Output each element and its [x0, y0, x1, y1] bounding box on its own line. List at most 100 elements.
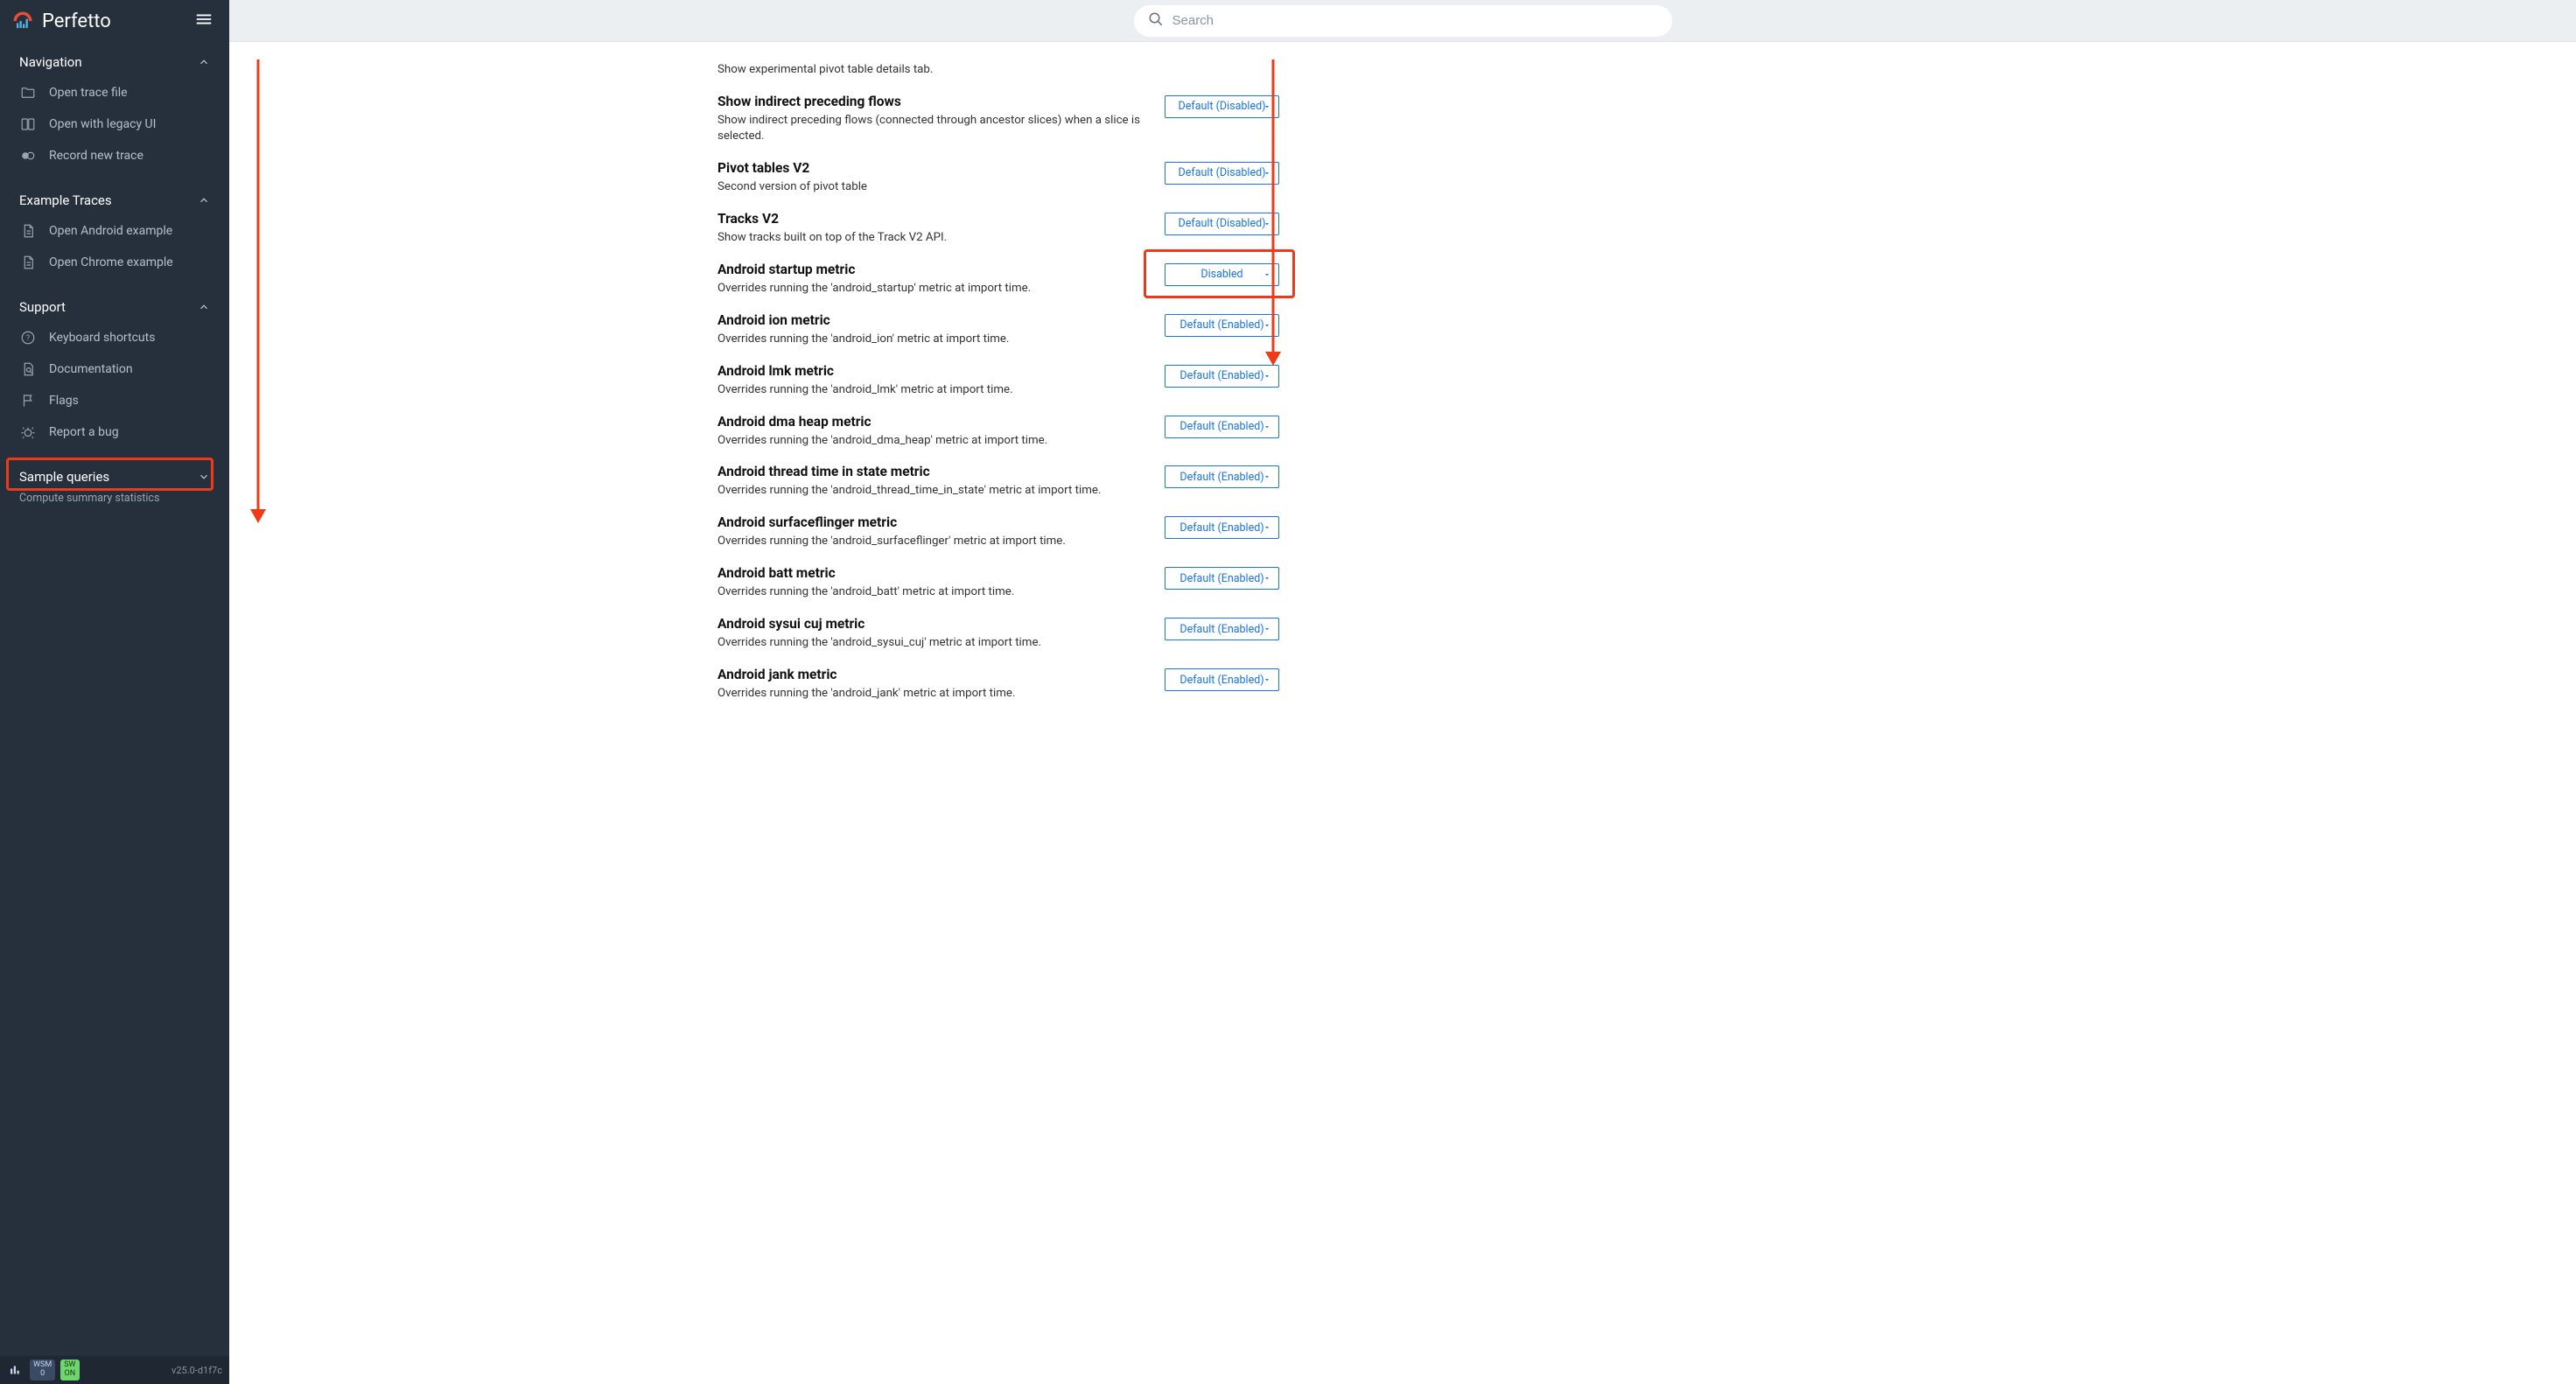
flag-select[interactable]: Disabled	[1165, 263, 1279, 286]
flag-description: Show indirect preceding flows (connected…	[718, 113, 1151, 144]
flag-select-value: Default (Enabled)	[1180, 572, 1264, 585]
flag-description: Show tracks built on top of the Track V2…	[718, 230, 1151, 246]
flag-select-value: Default (Enabled)	[1180, 369, 1264, 382]
flag-select[interactable]: Default (Enabled)	[1165, 416, 1279, 438]
flag-description: Show experimental pivot table details ta…	[718, 62, 1265, 78]
menu-toggle-button[interactable]	[189, 4, 219, 38]
nav-item-label: Keyboard shortcuts	[49, 331, 155, 345]
help-icon: ?	[19, 329, 37, 346]
flag-description: Overrides running the 'android_startup' …	[718, 281, 1151, 297]
flag-row: Android batt metric Overrides running the…	[718, 557, 1279, 608]
brand-title: Perfetto	[42, 10, 182, 32]
nav-item-label: Documentation	[49, 362, 133, 376]
nav-item-label: Open with legacy UI	[49, 117, 156, 131]
bug-icon	[19, 423, 37, 441]
flag-row: Android surfaceflinger metricOverrides r…	[718, 507, 1279, 557]
svg-text:?: ?	[26, 334, 30, 343]
nav-item-label: Open Android example	[49, 224, 172, 238]
flag-row: Android sysui cuj metricOverrides runnin…	[718, 608, 1279, 659]
flags-list: Show experimental pivot table details ta…	[718, 54, 1279, 709]
nav-item-label: Open Chrome example	[49, 255, 173, 269]
section-header-sample-queries[interactable]: Sample queries	[0, 457, 229, 492]
flag-description: Second version of pivot table	[718, 179, 1151, 195]
section-header-example-traces[interactable]: Example Traces	[0, 180, 229, 215]
flag-title: Android batt metric	[718, 565, 1151, 581]
flag-description: Overrides running the 'android_surfacefl…	[718, 534, 1151, 549]
chart-icon[interactable]	[7, 1361, 24, 1379]
section-header-navigation[interactable]: Navigation	[0, 42, 229, 77]
annotation-arrow-left	[250, 59, 266, 523]
perfetto-logo-icon	[10, 9, 35, 33]
sidebar-footer: WSM 0 SW ON v25.0-d1f7c	[0, 1356, 229, 1384]
wsm-badge[interactable]: WSM 0	[30, 1360, 55, 1381]
search-icon	[1148, 11, 1164, 31]
flag-icon	[19, 392, 37, 409]
flag-select[interactable]: Default (Enabled)	[1165, 618, 1279, 640]
sidebar: Perfetto Navigation Open trace file Open w…	[0, 0, 229, 1384]
nav-keyboard[interactable]: ? Keyboard shortcuts	[0, 322, 229, 353]
flag-select-value: Default (Enabled)	[1180, 623, 1264, 636]
flag-row: Android jank metricOverrides running the…	[718, 659, 1279, 709]
section-header-support[interactable]: Support	[0, 287, 229, 322]
flag-select[interactable]: Default (Enabled)	[1165, 567, 1279, 590]
nav-example-chrome[interactable]: Open Chrome example	[0, 247, 229, 278]
main: Show experimental pivot table details ta…	[229, 0, 2576, 1384]
nav-item-label: Record new trace	[49, 149, 144, 163]
flag-description: Overrides running the 'android_ion' metr…	[718, 332, 1151, 347]
flag-select[interactable]: Default (Enabled)	[1165, 668, 1279, 691]
flag-title: Android thread time in state metric	[718, 464, 1151, 479]
flag-title: Android lmk metric	[718, 363, 1151, 379]
search-box[interactable]	[1134, 5, 1672, 37]
flag-title: Android ion metric	[718, 312, 1151, 328]
nav-item-label: Open trace file	[49, 86, 128, 100]
flag-select-value: Default (Enabled)	[1180, 521, 1264, 535]
flag-row: Android ion metric Overrides running the …	[718, 304, 1279, 355]
search-input[interactable]	[1172, 13, 1658, 28]
flag-description: Overrides running the 'android_lmk' metr…	[718, 382, 1151, 398]
sw-badge[interactable]: SW ON	[60, 1360, 79, 1381]
split-icon	[19, 115, 37, 133]
flag-select[interactable]: Default (Enabled)	[1165, 465, 1279, 488]
flag-title: Pivot tables V2	[718, 160, 1151, 176]
flag-select[interactable]: Default (Disabled)	[1165, 213, 1279, 235]
flag-select-value: Default (Disabled)	[1179, 166, 1266, 179]
flag-row: Android dma heap metric Overrides running…	[718, 406, 1279, 457]
flag-row: Show experimental pivot table details ta…	[718, 54, 1279, 86]
nav-item-label: Report a bug	[49, 425, 119, 439]
flag-description: Overrides running the 'android_dma_heap'…	[718, 433, 1151, 449]
nav-open-trace[interactable]: Open trace file	[0, 77, 229, 108]
nav-record[interactable]: Record new trace	[0, 140, 229, 171]
nav-open-legacy[interactable]: Open with legacy UI	[0, 108, 229, 140]
flag-row: Android startup metricOverrides running …	[718, 254, 1279, 304]
sidebar-header: Perfetto	[0, 0, 229, 42]
flag-select-value: Default (Disabled)	[1179, 217, 1266, 230]
flag-select[interactable]: Default (Enabled)	[1165, 365, 1279, 388]
section-subtitle: Compute summary statistics	[0, 492, 229, 510]
flag-description: Overrides running the 'android_batt' met…	[718, 584, 1151, 600]
nav-bug[interactable]: Report a bug	[0, 416, 229, 448]
flag-select-value: Default (Disabled)	[1179, 100, 1266, 113]
flag-select-value: Default (Enabled)	[1180, 420, 1264, 433]
flag-description: Overrides running the 'android_jank' met…	[718, 686, 1151, 702]
flag-select[interactable]: Default (Disabled)	[1165, 162, 1279, 185]
nav-item-label: Flags	[49, 394, 79, 408]
flag-select[interactable]: Default (Enabled)	[1165, 314, 1279, 337]
flag-row: Tracks V2Show tracks built on top of the…	[718, 203, 1279, 254]
flag-select-value: Default (Enabled)	[1180, 471, 1264, 484]
doc-icon	[19, 222, 37, 240]
nav-flags[interactable]: Flags	[0, 385, 229, 416]
flag-title: Android dma heap metric	[718, 414, 1151, 430]
sidebar-sections: Navigation Open trace file Open with legac…	[0, 42, 229, 1356]
flag-select[interactable]: Default (Enabled)	[1165, 516, 1279, 539]
flag-select-value: Default (Enabled)	[1180, 318, 1264, 332]
nav-docs[interactable]: Documentation	[0, 353, 229, 385]
flag-select[interactable]: Default (Disabled)	[1165, 95, 1279, 118]
record-icon	[19, 147, 37, 164]
flag-row: Show indirect preceding flows Show indire…	[718, 86, 1279, 152]
flag-description: Overrides running the 'android_sysui_cuj…	[718, 635, 1151, 651]
nav-example-android[interactable]: Open Android example	[0, 215, 229, 247]
find-icon	[19, 360, 37, 378]
flag-title: Show indirect preceding flows	[718, 94, 1151, 109]
topbar	[229, 0, 2576, 42]
content: Show experimental pivot table details ta…	[229, 42, 2576, 1384]
